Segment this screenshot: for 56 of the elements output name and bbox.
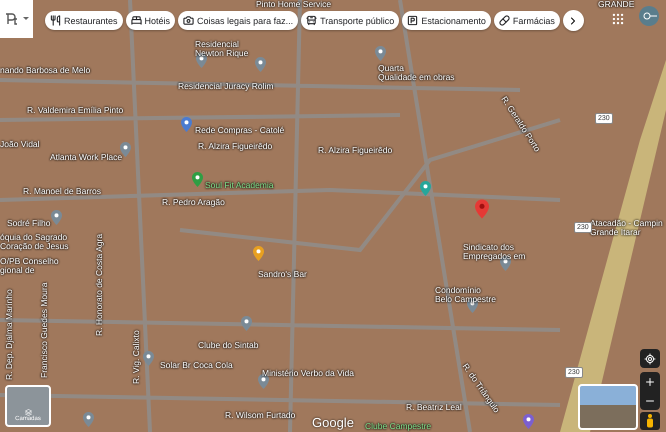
street-label: R. Dep. Djalma Marinho: [5, 289, 14, 380]
place-label[interactable]: Clube do Sintab: [198, 341, 258, 350]
pegman-icon: [646, 414, 654, 428]
street-label: nando Barbosa de Melo: [0, 66, 90, 75]
street-label: Francisco Guedes Moura: [40, 282, 49, 378]
place-label[interactable]: Soul Fit Academia: [205, 181, 274, 190]
place-label[interactable]: Ministério Verbo da Vida: [262, 369, 354, 378]
place-label[interactable]: Condomínio Belo Campestre: [435, 286, 496, 304]
category-chip[interactable]: Farmácias: [494, 11, 560, 30]
place-label[interactable]: Quarta Qualidade em obras: [378, 64, 455, 82]
keyboard-input-icon: [4, 11, 30, 27]
transit-icon: [306, 15, 318, 26]
restaurant-icon: [50, 15, 61, 26]
street-label: R. Alzira Figueirêdo: [318, 146, 392, 155]
pharmacy-icon: [498, 15, 510, 26]
parking-icon: [407, 15, 418, 26]
street-label: João Vidal: [0, 140, 40, 149]
street-view-thumbnail[interactable]: [578, 384, 638, 430]
place-label[interactable]: Solar Br Coca Cola: [160, 361, 233, 370]
category-chip[interactable]: Restaurantes: [45, 11, 123, 30]
place-label[interactable]: Pinto Home Service: [256, 0, 332, 9]
street-label: R. Vig. Calixto: [132, 330, 141, 384]
my-location-button[interactable]: [640, 349, 660, 368]
street-label: R. Honorato de Costa Agra: [95, 234, 104, 336]
place-label[interactable]: óquia do Sagrado Coração de Jesus: [0, 233, 69, 251]
street-label: R. Pedro Aragão: [162, 198, 225, 207]
street-label: R. Alzira Figueirêdo: [198, 142, 272, 151]
street-label: R. Manoel de Barros: [23, 187, 101, 196]
pegman-button[interactable]: [640, 412, 660, 430]
google-logo: Google: [312, 415, 354, 430]
street-label: R. Beatriz Leal: [406, 403, 462, 412]
plus-icon: [644, 376, 656, 388]
map-pin-icon[interactable]: [120, 142, 131, 157]
category-chip[interactable]: Hotéis: [126, 11, 176, 30]
hotel-icon: [130, 15, 142, 26]
place-label[interactable]: Clube Campestre: [365, 422, 432, 431]
satellite-map-background[interactable]: [0, 0, 666, 432]
locate-icon: [644, 352, 656, 364]
place-label[interactable]: Sindicato dos Empregados em: [463, 243, 526, 261]
place-label[interactable]: GRANDE: [598, 0, 634, 9]
place-label[interactable]: Rede Compras - Catolé: [195, 126, 284, 135]
place-label[interactable]: Atlanta Work Place: [50, 153, 122, 162]
place-label[interactable]: Sandro's Bar: [258, 270, 307, 279]
place-label[interactable]: O/PB Conselho gional de: [0, 257, 59, 275]
category-chip[interactable]: Coisas legais para faz...: [178, 11, 298, 30]
street-label: R. Wilsom Furtado: [225, 411, 296, 420]
place-label[interactable]: Residencial Newton Rique: [195, 40, 248, 58]
street-label: Sodré Filho: [7, 219, 50, 228]
apps-grid-icon[interactable]: [611, 12, 625, 26]
input-tools-button[interactable]: [0, 0, 33, 38]
place-label[interactable]: Residencial Juracy Rolim: [178, 82, 274, 91]
category-chip[interactable]: Estacionamento: [402, 11, 491, 30]
category-chip[interactable]: Transporte público: [301, 11, 400, 30]
layers-icon: [24, 409, 32, 416]
street-label: R. Valdemira Emília Pinto: [27, 106, 124, 115]
camera-icon: [183, 15, 194, 26]
